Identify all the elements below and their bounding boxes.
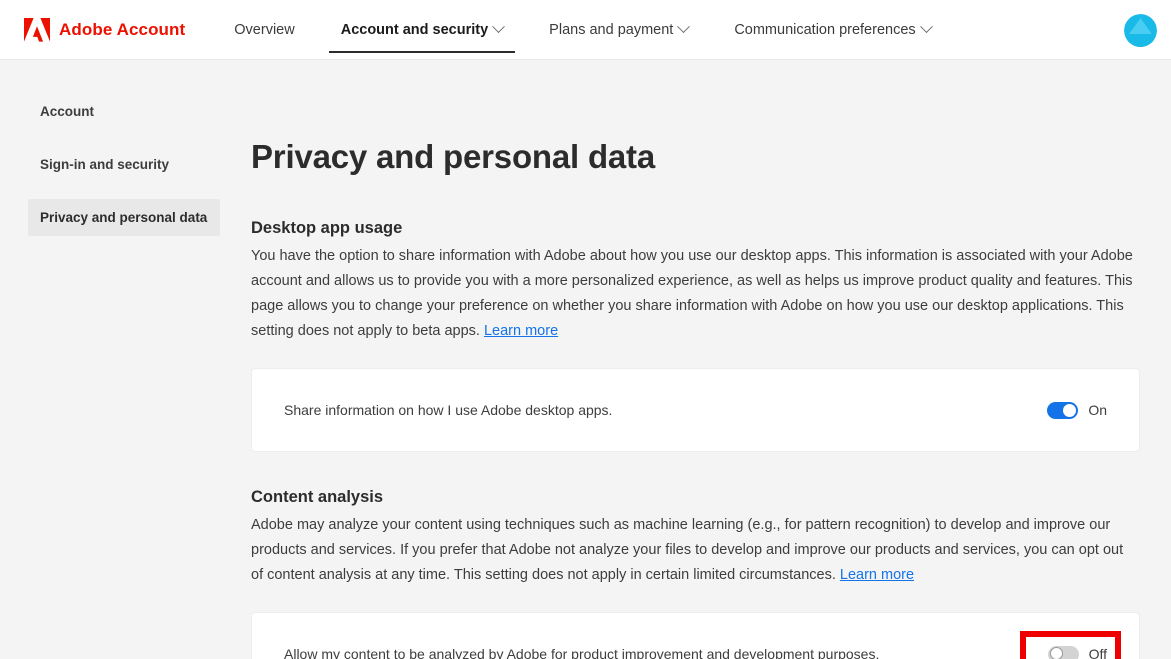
nav-item-plans-and-payment[interactable]: Plans and payment [537,0,700,60]
sidebar-item-privacy-and-personal-data[interactable]: Privacy and personal data [28,199,220,236]
nav-label-plans-and-payment: Plans and payment [549,21,674,38]
content-analysis-toggle[interactable] [1047,645,1079,659]
card-label: Allow my content to be analyzed by Adobe… [284,646,880,659]
card-label: Share information on how I use Adobe des… [284,402,613,418]
brand-title: Adobe Account [59,19,186,39]
section-description: Adobe may analyze your content using tec… [251,513,1136,588]
section-heading: Desktop app usage [251,219,403,237]
brand-logo-link[interactable]: Adobe Account [24,17,186,42]
sidebar-label-privacy-and-personal-data: Privacy and personal data [40,210,208,225]
toggle-state-label: On [1088,402,1107,418]
nav-item-communication-preferences[interactable]: Communication preferences [722,0,942,60]
section-description-text: Adobe may analyze your content using tec… [251,517,1124,583]
sidebar-label-sign-in-and-security: Sign-in and security [40,157,170,172]
sidebar-item-sign-in-and-security[interactable]: Sign-in and security [28,146,220,183]
sidebar: Account Sign-in and security Privacy and… [0,60,250,659]
user-avatar-icon[interactable] [1124,14,1157,47]
sidebar-label-account: Account [40,104,94,119]
nav-label-overview: Overview [234,21,295,38]
desktop-app-usage-card: Share information on how I use Adobe des… [251,368,1140,452]
toggle-knob-icon [1063,403,1077,417]
top-header: Adobe Account Overview Account and secur… [0,0,1171,60]
toggle-knob-icon [1049,646,1063,659]
nav-label-communication-preferences: Communication preferences [734,21,916,38]
desktop-app-usage-toggle-group: On [1047,401,1107,419]
section-description-text: You have the option to share information… [251,248,1133,339]
adobe-logo-icon [24,17,50,42]
section-heading: Content analysis [251,488,384,506]
page-title: Privacy and personal data [251,138,656,175]
learn-more-link[interactable]: Learn more [840,567,914,583]
content-analysis-card: Allow my content to be analyzed by Adobe… [251,612,1140,659]
sidebar-item-account[interactable]: Account [28,93,220,130]
desktop-app-usage-toggle[interactable] [1047,401,1079,419]
chevron-down-icon [919,20,933,34]
chevron-down-icon [492,20,506,34]
section-description: You have the option to share information… [251,244,1136,344]
learn-more-link[interactable]: Learn more [484,323,558,339]
toggle-state-label: Off [1088,646,1107,659]
nav-item-overview[interactable]: Overview [222,0,306,60]
main-navigation: Overview Account and security Plans and … [222,0,964,60]
chevron-down-icon [677,20,691,34]
main-content: Privacy and personal data Desktop app us… [250,60,1171,659]
page-body: Account Sign-in and security Privacy and… [0,60,1171,659]
section-content-analysis: Content analysis Adobe may analyze your … [251,488,1140,659]
section-desktop-app-usage: Desktop app usage You have the option to… [251,219,1140,452]
nav-label-account-and-security: Account and security [340,21,489,38]
nav-item-account-and-security[interactable]: Account and security [328,0,516,60]
content-analysis-toggle-group: Off [1047,645,1107,659]
